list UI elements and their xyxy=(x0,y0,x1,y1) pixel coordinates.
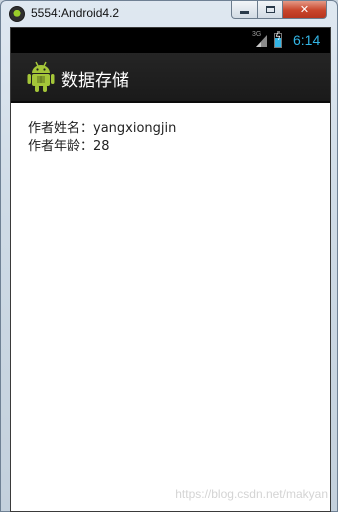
minimize-icon xyxy=(240,11,249,14)
window-title: 5554:Android4.2 xyxy=(31,6,120,20)
window-titlebar[interactable]: 5554:Android4.2 ✕ xyxy=(1,1,337,27)
close-button[interactable]: ✕ xyxy=(282,1,327,19)
content-area: 作者姓名：yangxiongjin 作者年龄：28 xyxy=(28,120,176,156)
clock: 6:14 xyxy=(293,32,321,48)
action-bar-divider xyxy=(11,101,330,103)
author-age-text: 作者年龄：28 xyxy=(28,139,110,154)
maximize-icon xyxy=(265,6,275,13)
minimize-button[interactable] xyxy=(231,1,258,19)
charging-bolt-icon: ϟ xyxy=(275,33,281,43)
close-icon: ✕ xyxy=(299,3,310,16)
device-screen: 3G ϟ 6:14 数据存储 作者姓名：yangxiongjin 作者年龄：28… xyxy=(10,27,331,512)
status-bar: 3G ϟ 6:14 xyxy=(11,28,330,53)
signal-icon xyxy=(256,35,267,47)
app-title: 数据存储 xyxy=(61,71,129,91)
emulator-app-icon xyxy=(9,6,25,22)
android-icon xyxy=(27,61,55,92)
maximize-button[interactable] xyxy=(257,1,283,19)
battery-charging-icon: ϟ xyxy=(274,31,282,48)
emulator-window: 5554:Android4.2 ✕ 3G ϟ 6:14 数据存储 作者姓名：ya… xyxy=(0,0,338,512)
watermark-text: https://blog.csdn.net/makyan xyxy=(175,487,328,501)
author-name-text: 作者姓名：yangxiongjin xyxy=(28,121,177,136)
action-bar: 数据存储 xyxy=(11,53,330,101)
